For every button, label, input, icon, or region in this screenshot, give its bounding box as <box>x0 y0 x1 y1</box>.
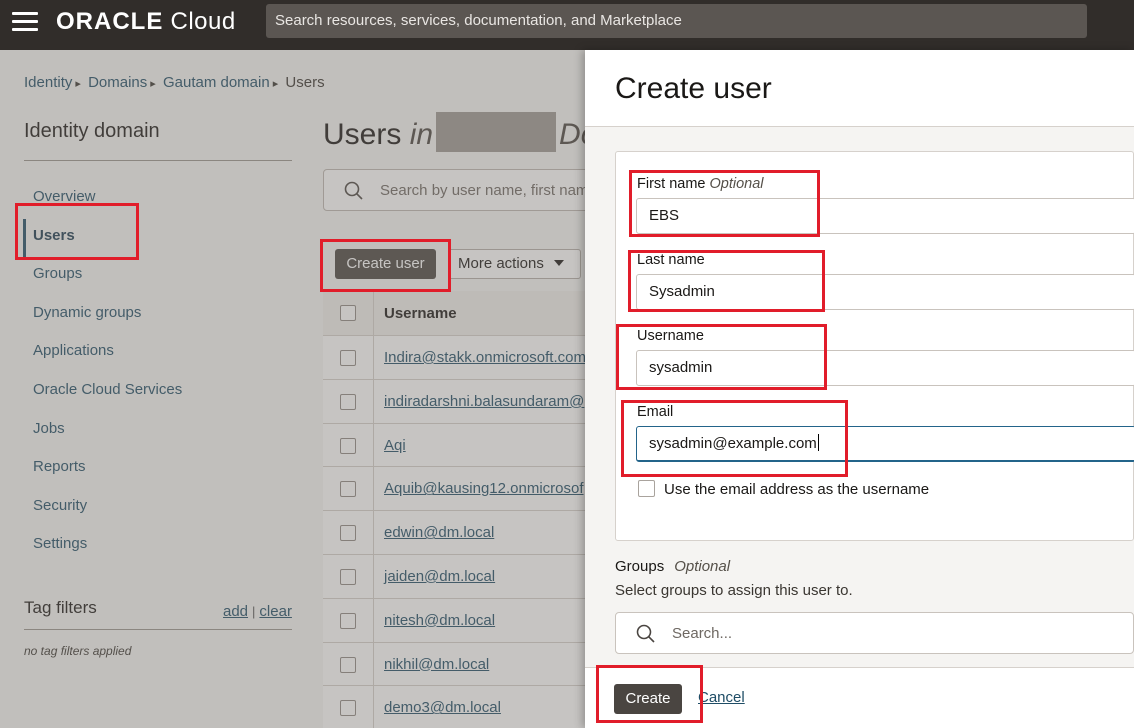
row-checkbox[interactable] <box>340 568 356 585</box>
use-email-as-username-checkbox[interactable] <box>638 480 655 497</box>
sidebar-title: Identity domain <box>24 120 160 142</box>
first-name-field[interactable]: EBS <box>636 198 1134 234</box>
row-checkbox[interactable] <box>340 525 356 542</box>
sidebar-item-groups[interactable]: Groups <box>23 257 293 296</box>
sidebar-item-security[interactable]: Security <box>23 489 293 528</box>
redacted-domain-name <box>436 112 557 152</box>
breadcrumb-current: Users <box>285 74 325 91</box>
row-checkbox[interactable] <box>340 350 356 366</box>
sidebar-divider <box>24 160 292 161</box>
tag-filter-links: add | clear <box>223 603 292 620</box>
drawer-body: First name Optional EBS Last name Sysadmi… <box>585 127 1134 667</box>
user-details-card: First name Optional EBS Last name Sysadmi… <box>615 151 1134 541</box>
username-link[interactable]: jaiden@dm.local <box>384 568 495 585</box>
user-search-input[interactable]: Search by user name, first name <box>323 169 585 211</box>
first-name-label: First name Optional <box>637 176 764 192</box>
row-checkbox[interactable] <box>340 437 356 454</box>
top-bar: ORACLE Cloud Search resources, services,… <box>0 0 1134 50</box>
sidebar-item-overview[interactable]: Overview <box>23 180 293 219</box>
cancel-link[interactable]: Cancel <box>698 689 745 706</box>
table-row: Indira@stakk.onmicrosoft.com <box>323 336 585 380</box>
username-label: Username <box>637 328 704 344</box>
table-row: indiradarshni.balasundaram@ <box>323 379 585 424</box>
username-link[interactable]: nitesh@dm.local <box>384 612 495 629</box>
breadcrumb-separator-icon: ▸ <box>272 78 279 90</box>
sidebar-item-reports[interactable]: Reports <box>23 450 293 489</box>
users-table: Username Indira@stakk.onmicrosoft.com in… <box>323 291 585 728</box>
username-link[interactable]: indiradarshni.balasundaram@ <box>384 393 584 410</box>
more-actions-button[interactable]: More actions <box>448 249 581 279</box>
table-row: demo3@dm.local <box>323 686 585 728</box>
last-name-field[interactable]: Sysadmin <box>636 274 1134 310</box>
username-link[interactable]: nikhil@dm.local <box>384 656 489 673</box>
row-checkbox[interactable] <box>340 481 356 498</box>
username-link[interactable]: Aqi <box>384 437 406 454</box>
search-icon <box>344 181 363 200</box>
breadcrumb-domains[interactable]: Domains <box>88 74 147 91</box>
select-all-checkbox[interactable] <box>340 305 356 321</box>
use-email-as-username-label[interactable]: Use the email address as the username <box>664 481 929 498</box>
username-link[interactable]: Aquib@kausing12.onmicrosof <box>384 480 584 497</box>
sidebar-item-users[interactable]: Users <box>23 218 293 258</box>
table-row: nitesh@dm.local <box>323 598 585 643</box>
table-row: nikhil@dm.local <box>323 642 585 687</box>
breadcrumb-separator-icon: ▸ <box>150 78 156 90</box>
oracle-cloud-logo[interactable]: ORACLE Cloud <box>56 8 236 36</box>
tag-divider <box>24 629 292 630</box>
username-link[interactable]: edwin@dm.local <box>384 524 494 541</box>
sidebar-item-jobs[interactable]: Jobs <box>23 412 293 451</box>
email-label: Email <box>637 404 674 420</box>
drawer-footer: Create Cancel <box>585 667 1134 728</box>
tag-filters-title: Tag filters <box>24 598 97 617</box>
breadcrumb: Identity ▸ Domains ▸ Gautam domain ▸ Users <box>24 74 325 91</box>
tag-empty-text: no tag filters applied <box>24 644 132 658</box>
groups-help-text: Select groups to assign this user to. <box>615 582 853 599</box>
hamburger-menu-icon[interactable] <box>12 12 38 32</box>
email-field[interactable]: sysadmin@example.com <box>636 426 1134 462</box>
page-title: Users inDo <box>323 112 585 152</box>
table-row: Aqi <box>323 423 585 468</box>
sidebar-item-applications[interactable]: Applications <box>23 334 293 373</box>
table-row: Aquib@kausing12.onmicrosof <box>323 467 585 512</box>
sidebar-item-oracle-cloud-services[interactable]: Oracle Cloud Services <box>23 373 293 412</box>
search-icon <box>636 624 655 643</box>
drawer-title: Create user <box>615 72 772 105</box>
row-checkbox[interactable] <box>340 656 356 673</box>
text-cursor <box>817 434 819 451</box>
breadcrumb-gautam-domain[interactable]: Gautam domain <box>163 74 270 91</box>
last-name-label: Last name <box>637 252 705 268</box>
sidebar-nav: Overview Users Groups Dynamic groups App… <box>23 180 293 566</box>
create-user-drawer: Create user First name Optional EBS Last … <box>585 50 1134 728</box>
row-checkbox[interactable] <box>340 612 356 629</box>
table-row: edwin@dm.local <box>323 511 585 555</box>
breadcrumb-identity[interactable]: Identity <box>24 74 72 91</box>
row-checkbox[interactable] <box>340 700 356 717</box>
table-row: jaiden@dm.local <box>323 554 585 599</box>
create-user-button[interactable]: Create user <box>335 249 436 279</box>
tag-clear-link[interactable]: clear <box>259 603 292 620</box>
create-button[interactable]: Create <box>614 684 682 714</box>
breadcrumb-separator-icon: ▸ <box>75 78 81 90</box>
username-field[interactable]: sysadmin <box>636 350 1134 386</box>
users-page: Identity ▸ Domains ▸ Gautam domain ▸ Users … <box>0 50 585 728</box>
username-link[interactable]: Indira@stakk.onmicrosoft.com <box>384 349 585 366</box>
chevron-down-icon <box>553 260 564 266</box>
global-search-input[interactable]: Search resources, services, documentatio… <box>266 4 1087 38</box>
username-link[interactable]: demo3@dm.local <box>384 699 501 716</box>
table-header: Username <box>323 291 585 336</box>
sidebar-item-settings[interactable]: Settings <box>23 527 293 566</box>
groups-label: Groups Optional <box>615 558 731 575</box>
row-checkbox[interactable] <box>340 393 356 410</box>
groups-search-input[interactable]: Search... <box>615 612 1134 654</box>
sidebar-item-dynamic-groups[interactable]: Dynamic groups <box>23 296 293 335</box>
column-username[interactable]: Username <box>384 305 457 322</box>
tag-add-link[interactable]: add <box>223 603 248 620</box>
